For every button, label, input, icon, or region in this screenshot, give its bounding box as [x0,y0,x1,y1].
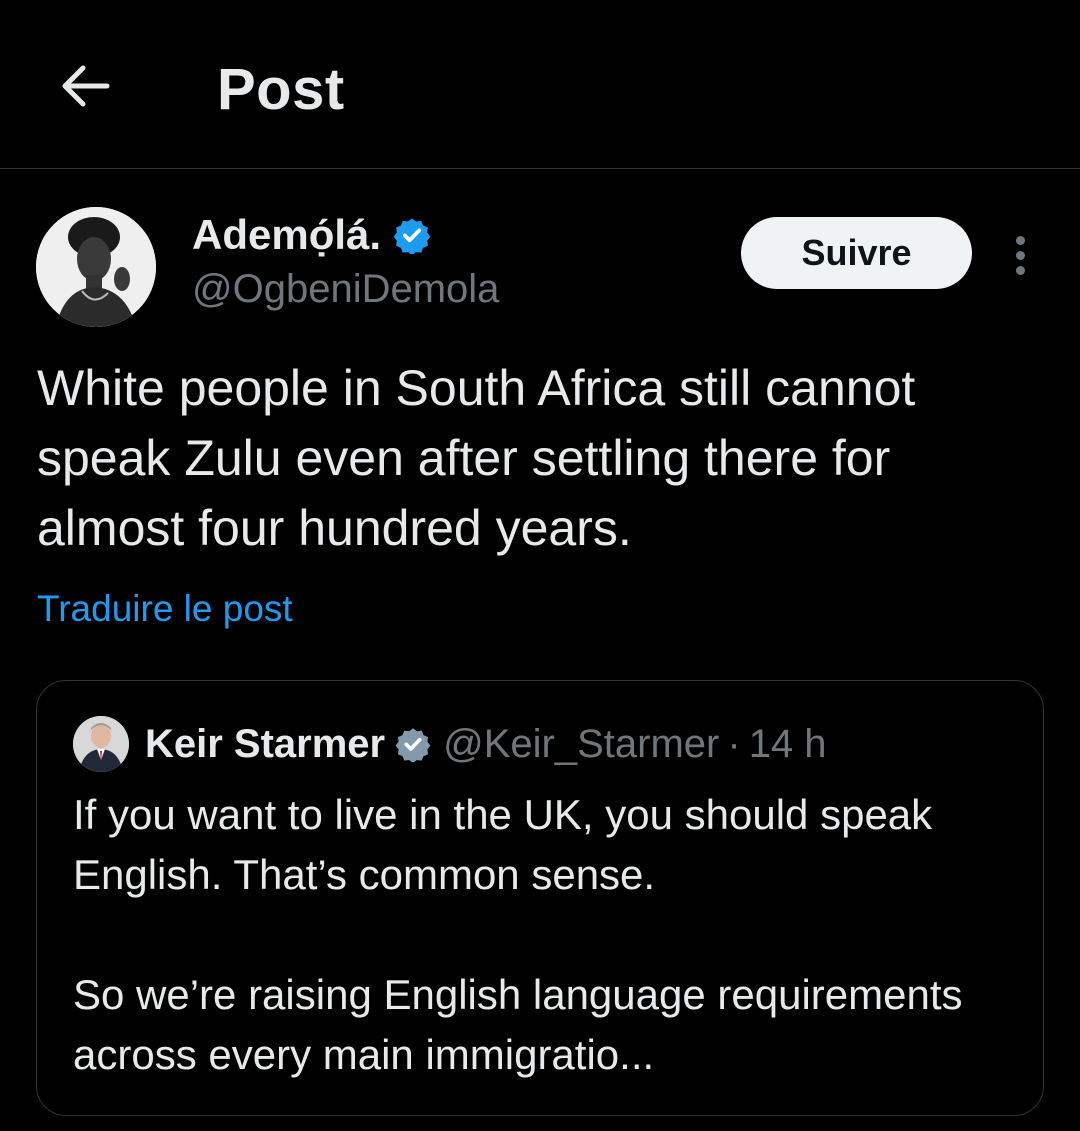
verified-badge-icon [395,726,431,762]
quoted-author-avatar [73,716,129,772]
follow-button[interactable]: Suivre [741,217,972,289]
top-bar: Post [0,0,1080,169]
author-name: Ademọ́lá. [192,211,382,258]
more-options-button[interactable] [1000,230,1040,280]
author-avatar-image [36,207,156,327]
post-text: White people in South Africa still canno… [37,360,916,556]
author-avatar[interactable] [36,207,156,327]
author-name-row[interactable]: Ademọ́lá. [192,211,431,259]
verified-badge-icon [393,218,431,254]
verified-gray-badge-icon [395,728,431,762]
quoted-author-name: Keir Starmer [145,721,386,766]
quoted-post-paragraph: If you want to live in the UK, you shoul… [73,791,933,898]
quoted-post-header: Keir Starmer @Keir_Starmer · 14 h [73,716,827,772]
separator-dot: · [727,721,741,766]
more-vertical-icon-dot [1015,265,1025,275]
quoted-author-handle: @Keir_Starmer [443,721,720,766]
more-vertical-icon [1015,235,1025,245]
author-handle[interactable]: @OgbeniDemola [192,267,499,312]
quoted-author-avatar-image [73,716,129,772]
quoted-post-text: If you want to live in the UK, you shoul… [73,785,1013,1085]
quoted-post-time: 14 h [748,721,827,766]
quoted-post-card[interactable]: Keir Starmer @Keir_Starmer · 14 h If you… [36,680,1044,1116]
arrow-left-icon [62,65,110,107]
back-button[interactable] [54,58,114,114]
more-vertical-icon-dot [1015,250,1025,260]
quoted-post-paragraph: So we’re raising English language requir… [73,971,963,1078]
page-title: Post [217,57,345,122]
translate-post-link[interactable]: Traduire le post [37,588,293,630]
